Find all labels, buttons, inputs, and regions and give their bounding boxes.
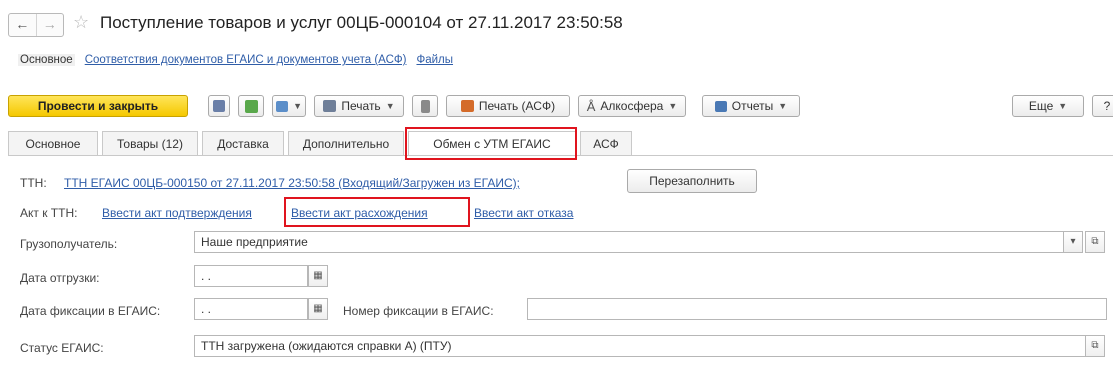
status-field[interactable]: ТТН загружена (ожидаются справки А) (ПТУ… [194, 335, 1086, 357]
top-crop [0, 0, 1113, 8]
fix-date-label: Дата фиксации в ЕГАИС: [20, 304, 161, 318]
ship-date-calendar-button[interactable]: ▦ [308, 265, 328, 287]
page-title: Поступление товаров и услуг 00ЦБ-000104 … [100, 13, 623, 32]
calendar-icon: ▦ [313, 303, 323, 314]
refill-button[interactable]: Перезаполнить [627, 169, 757, 193]
tab-asf[interactable]: АСФ [580, 131, 632, 155]
tab-goods[interactable]: Товары (12) [102, 131, 198, 155]
section-files[interactable]: Файлы [416, 54, 453, 66]
highlight-act-box [284, 197, 470, 227]
open-icon: ⧉ [1091, 236, 1099, 247]
highlight-tab-box [405, 127, 577, 160]
consignee-field[interactable]: Наше предприятие [194, 231, 1064, 253]
fix-number-field[interactable] [527, 298, 1107, 320]
chevron-down-icon: ▼ [778, 101, 788, 111]
ship-date-field[interactable]: . . [194, 265, 308, 287]
fix-date-calendar-button[interactable]: ▦ [308, 298, 328, 320]
create-based-on-icon [244, 99, 258, 113]
consignee-dropdown-button[interactable]: ▾ [1063, 231, 1083, 253]
ttn-link[interactable]: ТТН ЕГАИС 00ЦБ-000150 от 27.11.2017 23:5… [64, 176, 520, 190]
print-label: Печать [341, 99, 381, 113]
report-icon [714, 100, 727, 112]
section-links: Основное Соответствия документов ЕГАИС и… [18, 54, 453, 66]
section-egais-correspondences[interactable]: Соответствия документов ЕГАИС и документ… [85, 54, 407, 66]
hierarchy-icon [276, 100, 289, 112]
help-button[interactable]: ? [1092, 95, 1113, 117]
back-button[interactable]: ← [9, 14, 36, 36]
consignee-open-button[interactable]: ⧉ [1085, 231, 1105, 253]
structure-menu-button[interactable]: ▼ [272, 95, 306, 117]
print-button[interactable]: Печать ▼ [314, 95, 404, 117]
star-icon[interactable]: ☆ [73, 12, 89, 33]
ttn-label: ТТН: [20, 176, 47, 190]
toolbar: Провести и закрыть ▼ Печать ▼ Печать (АС… [8, 95, 1113, 119]
status-label: Статус ЕГАИС: [20, 341, 104, 355]
forward-button[interactable]: → [35, 14, 64, 36]
act-refuse-link[interactable]: Ввести акт отказа [474, 206, 573, 220]
tab-additional[interactable]: Дополнительно [288, 131, 404, 155]
refill-label: Перезаполнить [649, 174, 735, 188]
chevron-down-icon: ▼ [668, 101, 678, 111]
reports-label: Отчеты [731, 99, 774, 113]
journal-button[interactable] [412, 95, 438, 117]
post-and-close-button[interactable]: Провести и закрыть [8, 95, 188, 117]
fix-date-field[interactable]: . . [194, 298, 308, 320]
print-asf-label: Печать (АСФ) [478, 99, 556, 113]
printer-icon [460, 100, 474, 112]
printer-icon [323, 100, 337, 112]
more-label: Еще [1028, 99, 1054, 113]
section-main[interactable]: Основное [18, 54, 75, 66]
reports-button[interactable]: Отчеты ▼ [702, 95, 800, 117]
more-button[interactable]: Еще ▼ [1012, 95, 1084, 117]
open-icon: ⧉ [1091, 340, 1099, 351]
chevron-down-icon: ▾ [1070, 236, 1076, 247]
save-icon [213, 100, 225, 112]
tab-delivery[interactable]: Доставка [202, 131, 284, 155]
ship-date-label: Дата отгрузки: [20, 271, 100, 285]
alcosphere-button[interactable]: Å Алкосфера ▼ [578, 95, 686, 117]
post-and-close-label: Провести и закрыть [37, 99, 159, 113]
print-asf-button[interactable]: Печать (АСФ) [446, 95, 570, 117]
navigation-buttons: ← → [8, 13, 64, 37]
consignee-label: Грузополучатель: [20, 237, 118, 251]
bottle-icon: Å [586, 98, 596, 114]
create-based-on-button[interactable] [238, 95, 264, 117]
save-button[interactable] [208, 95, 230, 117]
act-confirm-link[interactable]: Ввести акт подтверждения [102, 206, 252, 220]
document-list-icon [420, 99, 430, 113]
chevron-down-icon: ▼ [293, 101, 302, 111]
tab-main[interactable]: Основное [8, 131, 98, 155]
status-open-button[interactable]: ⧉ [1085, 335, 1105, 357]
chevron-down-icon: ▼ [1058, 101, 1068, 111]
help-label: ? [1103, 99, 1111, 113]
fix-number-label: Номер фиксации в ЕГАИС: [343, 304, 494, 318]
act-label: Акт к ТТН: [20, 206, 78, 220]
alcosphere-label: Алкосфера [600, 99, 664, 113]
calendar-icon: ▦ [313, 270, 323, 281]
chevron-down-icon: ▼ [385, 101, 395, 111]
